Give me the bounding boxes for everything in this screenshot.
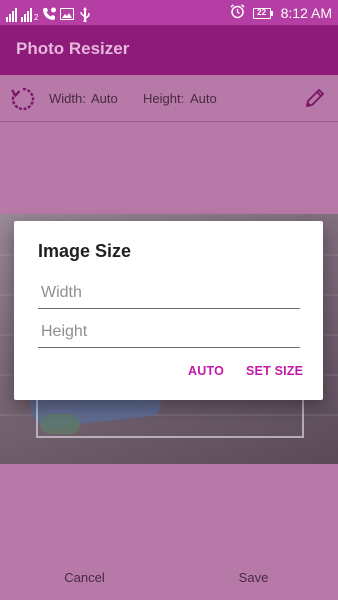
- auto-button[interactable]: AUTO: [188, 364, 224, 378]
- battery-icon: 22: [252, 7, 273, 19]
- signal-icon-sim1: [6, 8, 17, 22]
- app-bar: Photo Resizer: [0, 25, 338, 75]
- alarm-icon: [230, 4, 245, 22]
- image-size-dialog: Image Size AUTO SET SIZE: [14, 221, 323, 400]
- height-input[interactable]: [38, 316, 300, 348]
- signal-icon-sim2: 2: [21, 8, 38, 22]
- battery-level: 22: [252, 7, 271, 19]
- width-input[interactable]: [38, 277, 300, 309]
- status-right-icons: 22 8:12 AM: [230, 3, 332, 23]
- dialog-title: Image Size: [38, 241, 132, 261]
- missed-call-icon: [42, 6, 57, 22]
- set-size-button[interactable]: SET SIZE: [246, 364, 303, 378]
- status-bar: 2 22 8:12 AM: [0, 0, 338, 25]
- status-left-icons: 2: [6, 4, 92, 22]
- app-title: Photo Resizer: [16, 39, 130, 58]
- clock: 8:12 AM: [280, 5, 332, 21]
- sim2-number: 2: [34, 13, 39, 22]
- image-icon: [60, 6, 75, 22]
- usb-icon: [78, 6, 92, 22]
